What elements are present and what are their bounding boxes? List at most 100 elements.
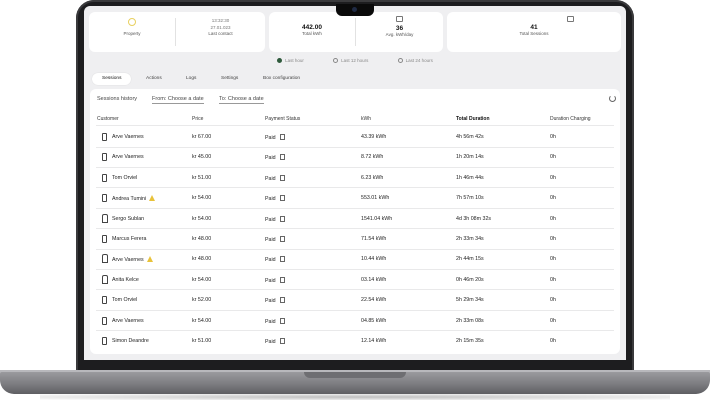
table-row[interactable]: Arve Vaernes kr 54.00 Paid 04.85 kWh 2h 33m … — [90, 311, 620, 332]
laptop-shadow — [40, 394, 670, 400]
time-filter-label: Last hour — [285, 58, 304, 63]
column-header-payment-status[interactable]: Payment Status — [265, 116, 300, 122]
kwh-cell: 22.54 kWh — [361, 297, 386, 303]
tab-actions[interactable]: Actions — [146, 73, 162, 85]
customer-cell-text: Arve Vaernes — [112, 257, 144, 264]
receipt-icon[interactable] — [279, 276, 285, 283]
price-cell: kr 67.00 — [192, 134, 211, 140]
column-header-price[interactable]: Price — [192, 116, 203, 122]
price-cell: kr 51.00 — [192, 338, 211, 344]
refresh-icon[interactable] — [609, 95, 616, 102]
receipt-icon[interactable] — [279, 215, 285, 222]
avg-kwh-stat: 36 Avg. kWh/day — [356, 12, 443, 56]
payment-status-cell: Paid — [265, 256, 285, 263]
total-duration-cell: 5h 29m 34s — [456, 297, 484, 303]
duration-charging-cell-text: 0h — [550, 195, 556, 202]
last-contact-label: Last contact — [208, 31, 233, 36]
payment-status-cell-text: Paid — [265, 277, 276, 284]
column-header-kwh[interactable]: kWh — [361, 116, 371, 122]
payment-status-cell: Paid — [265, 338, 285, 345]
customer-cell: Sergo Sublan — [112, 216, 144, 222]
payment-status-cell-text: Paid — [265, 318, 276, 325]
tab-settings[interactable]: Settings — [221, 73, 238, 85]
customer-cell: Marcus Ferera — [112, 236, 146, 242]
tab-logs[interactable]: Logs — [186, 73, 196, 85]
receipt-icon[interactable] — [279, 317, 285, 324]
duration-charging-cell: 0h — [550, 216, 556, 222]
price-cell: kr 51.00 — [192, 175, 211, 181]
total-duration-cell-text: 1h 20m 14s — [456, 154, 484, 161]
duration-charging-cell: 0h — [550, 318, 556, 324]
price-cell-text: kr 51.00 — [192, 174, 212, 181]
column-header-duration-charging[interactable]: Duration Charging — [550, 116, 591, 122]
total-sessions-label: Total Sessions — [519, 31, 549, 36]
total-kwh-label: Total kWh — [302, 31, 322, 36]
receipt-icon[interactable] — [279, 134, 285, 140]
time-filter-label: Last 24 hours — [405, 58, 433, 63]
from-date-input[interactable]: From: Choose a date — [152, 96, 204, 104]
customer-cell-text: Arve Vaernes — [112, 134, 144, 140]
table-row[interactable]: Sergo Sublan kr 54.00 Paid 1541.04 kWh 4d 3h… — [90, 209, 620, 230]
price-cell-text: kr 52.00 — [192, 297, 212, 304]
table-row[interactable]: Marcus Ferera kr 48.00 Paid 71.54 kWh 2h 33m… — [90, 229, 620, 250]
phone-icon — [102, 296, 107, 305]
stat-card-property-contact: Property 13:32:30 27.01.023 Last contact — [89, 12, 265, 52]
duration-charging-cell: 0h — [550, 236, 556, 242]
customer-cell-text: Tom Orviel — [112, 174, 138, 181]
total-duration-cell: 2h 44m 15s — [456, 256, 484, 262]
customer-cell-text: Marcus Ferera — [112, 236, 147, 242]
kwh-cell-text: 8.72 kWh — [361, 154, 384, 161]
duration-charging-cell-text: 0h — [550, 338, 556, 344]
table-row[interactable]: Anita Kelce kr 54.00 Paid 03.14 kWh 0h 46m 2… — [90, 270, 620, 291]
receipt-icon[interactable] — [279, 236, 285, 242]
kwh-cell: 8.72 kWh — [361, 154, 383, 160]
to-date-input[interactable]: To: Choose a date — [219, 96, 264, 104]
payment-status-cell-text: Paid — [265, 257, 276, 264]
customer-cell: Arve Vaernes — [112, 318, 144, 324]
tab-sessions[interactable]: Sessions — [92, 73, 132, 85]
price-cell: kr 54.00 — [192, 195, 211, 201]
kwh-cell-text: 553.01 kWh — [361, 195, 390, 202]
kwh-cell-text: 10.44 kWh — [361, 256, 387, 263]
kwh-cell-text: 04.85 kWh — [361, 317, 387, 324]
column-header-total-duration[interactable]: Total Duration — [456, 116, 490, 122]
kwh-cell-text: 6.23 kWh — [361, 174, 384, 181]
price-cell: kr 45.00 — [192, 154, 211, 160]
total-duration-cell: 7h 57m 10s — [456, 195, 484, 201]
table-row[interactable]: Tom Orviel kr 51.00 Paid 6.23 kWh 1h 46m 44s… — [90, 168, 620, 189]
radio-selected-icon — [277, 58, 283, 63]
calendar-icon — [396, 16, 403, 22]
column-header-customer[interactable]: Customer — [97, 116, 119, 122]
table-row[interactable]: Simon Deandre kr 51.00 Paid 12.14 kWh 2h 15m… — [90, 331, 620, 351]
price-cell: kr 54.00 — [192, 216, 211, 222]
receipt-icon[interactable] — [279, 297, 285, 304]
table-row[interactable]: Arve Vaernes kr 67.00 Paid 43.39 kWh 4h 56m … — [90, 127, 620, 148]
time-filter-last-hour[interactable]: Last hour — [277, 58, 304, 63]
time-filter-last-24-hours[interactable]: Last 24 hours — [397, 58, 433, 63]
total-duration-cell-text: 1h 46m 44s — [456, 174, 484, 181]
table-row[interactable]: Tom Orviel kr 52.00 Paid 22.54 kWh 5h 29m 34… — [90, 290, 620, 311]
total-duration-cell: 1h 20m 14s — [456, 154, 484, 160]
table-row[interactable]: Arve Vaernes kr 45.00 Paid 8.72 kWh 1h 20m 1… — [90, 147, 620, 168]
customer-cell: Tom Orviel — [112, 297, 137, 303]
stats-bar: Property 13:32:30 27.01.023 Last contact… — [89, 12, 621, 52]
warning-icon — [149, 195, 156, 202]
sun-icon — [128, 18, 136, 26]
customer-cell: Andrea Tumini — [112, 195, 156, 202]
receipt-icon[interactable] — [279, 154, 285, 161]
duration-charging-cell-text: 0h — [550, 174, 556, 181]
price-cell-text: kr 48.00 — [192, 236, 212, 242]
table-row[interactable]: Andrea Tumini kr 54.00 Paid 553.01 kWh 7h 57… — [90, 188, 620, 209]
receipt-icon[interactable] — [279, 174, 285, 181]
total-duration-cell-text: 4h 56m 42s — [456, 134, 484, 140]
table-row[interactable]: Arve Vaernes kr 48.00 Paid 10.44 kWh 2h 44m … — [90, 249, 620, 270]
receipt-icon[interactable] — [279, 338, 285, 344]
property-stat: Property — [89, 12, 175, 52]
time-filter-last-12-hours[interactable]: Last 12 hours — [333, 58, 368, 63]
duration-charging-cell-text: 0h — [550, 215, 556, 222]
tab-box-configuration[interactable]: Box configuration — [263, 73, 300, 85]
receipt-icon[interactable] — [279, 256, 285, 263]
duration-charging-cell: 0h — [550, 134, 556, 140]
receipt-icon[interactable] — [279, 195, 285, 202]
price-cell-text: kr 54.00 — [192, 317, 212, 324]
